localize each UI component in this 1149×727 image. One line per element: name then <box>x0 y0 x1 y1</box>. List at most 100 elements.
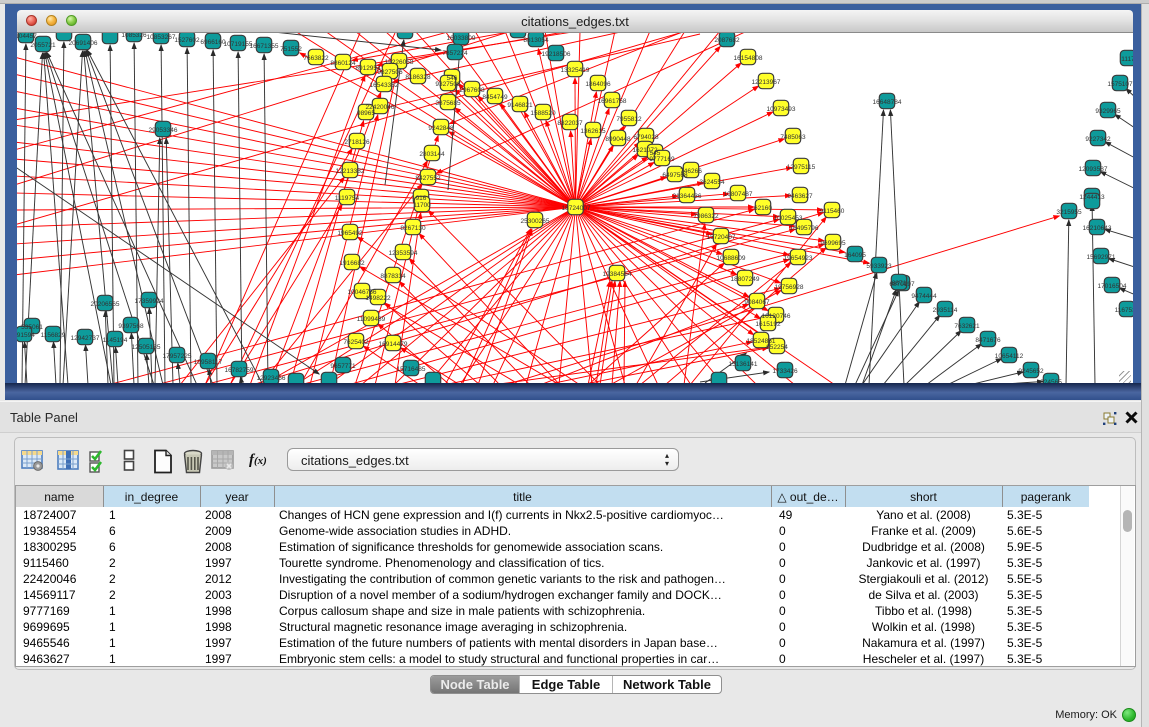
svg-text:12923456: 12923456 <box>257 375 286 382</box>
svg-text:916: 916 <box>416 195 427 202</box>
svg-text:12093587: 12093587 <box>1079 166 1108 173</box>
svg-text:10958117: 10958117 <box>194 359 223 366</box>
svg-text:2803144: 2803144 <box>419 151 445 158</box>
svg-text:9084067: 9084067 <box>744 299 770 306</box>
svg-text:10807487: 10807487 <box>724 191 753 198</box>
svg-text:1733426: 1733426 <box>772 368 798 375</box>
svg-text:10025453: 10025453 <box>774 215 803 222</box>
svg-text:8471676: 8471676 <box>975 337 1001 344</box>
svg-text:8322037: 8322037 <box>557 120 583 127</box>
svg-text:252254: 252254 <box>766 344 788 351</box>
svg-text:12505185: 12505185 <box>132 344 161 351</box>
svg-text:25300265: 25300265 <box>521 218 550 225</box>
svg-text:8267130: 8267130 <box>400 225 426 232</box>
svg-text:1362615: 1362615 <box>580 128 606 135</box>
svg-text:9227342: 9227342 <box>1085 136 1111 143</box>
svg-text:15692971: 15692971 <box>1087 254 1116 261</box>
svg-text:1588520: 1588520 <box>530 110 556 117</box>
svg-text:7857224: 7857224 <box>442 50 468 57</box>
svg-text:17957225: 17957225 <box>163 353 192 360</box>
svg-text:15226058: 15226058 <box>385 59 414 66</box>
svg-text:8878334: 8878334 <box>380 273 406 280</box>
svg-text:8860124: 8860124 <box>330 60 356 67</box>
svg-text:1156829: 1156829 <box>41 332 66 339</box>
svg-text:17359924: 17359924 <box>135 298 164 305</box>
svg-text:7485063: 7485063 <box>780 134 806 141</box>
svg-text:19218506: 19218506 <box>542 51 571 58</box>
svg-text:9242848: 9242848 <box>428 125 454 132</box>
svg-text:12213967: 12213967 <box>752 79 781 86</box>
svg-text:10688609: 10688609 <box>717 255 746 262</box>
svg-text:6966160: 6966160 <box>200 39 226 46</box>
svg-text:16543382: 16543382 <box>370 82 399 89</box>
svg-text:7632621: 7632621 <box>954 323 980 330</box>
svg-text:8186328: 8186328 <box>405 74 431 81</box>
svg-text:391594: 391594 <box>17 332 35 339</box>
svg-text:9777169: 9777169 <box>649 156 675 163</box>
svg-text:2967608: 2967608 <box>459 87 485 94</box>
svg-text:10973493: 10973493 <box>767 106 796 113</box>
svg-text:9474444: 9474444 <box>911 293 937 300</box>
svg-text:2935114: 2935114 <box>933 307 958 314</box>
svg-text:3875685: 3875685 <box>435 100 461 107</box>
svg-text:8454749: 8454749 <box>482 94 508 101</box>
svg-text:11700: 11700 <box>413 202 431 209</box>
svg-text:15716485: 15716485 <box>397 366 426 373</box>
svg-text:19384554: 19384554 <box>603 271 632 278</box>
svg-text:8427552: 8427552 <box>415 175 441 182</box>
svg-text:21364436: 21364436 <box>673 193 702 200</box>
svg-text:104457: 104457 <box>17 33 37 40</box>
svg-text:1117: 1117 <box>1121 56 1133 63</box>
svg-text:6497568: 6497568 <box>662 172 688 179</box>
svg-text:1498222: 1498222 <box>365 295 391 302</box>
svg-text:9146821: 9146821 <box>507 102 533 109</box>
svg-text:18807249: 18807249 <box>731 276 760 283</box>
svg-text:17016504: 17016504 <box>1098 283 1127 290</box>
svg-text:1965492: 1965492 <box>337 230 363 237</box>
svg-text:10654112: 10654112 <box>995 353 1024 360</box>
svg-text:2055721: 2055721 <box>30 42 56 49</box>
svg-text:16120746: 16120746 <box>762 313 791 320</box>
svg-text:1615192: 1615192 <box>755 321 781 328</box>
svg-text:7663822: 7663822 <box>303 55 329 62</box>
svg-text:1916682: 1916682 <box>339 260 365 267</box>
svg-text:9463627: 9463627 <box>787 193 813 200</box>
svg-text:1119754: 1119754 <box>335 195 360 202</box>
svg-text:2087682: 2087682 <box>714 37 740 44</box>
svg-text:1575107: 1575107 <box>1107 81 1133 88</box>
svg-text:12942737: 12942737 <box>71 335 100 342</box>
svg-text:164095: 164095 <box>844 252 866 259</box>
svg-text:6871: 6871 <box>892 280 907 287</box>
svg-text:15720407: 15720407 <box>707 234 736 241</box>
svg-text:16961758: 16961758 <box>598 98 627 105</box>
svg-text:5933923: 5933923 <box>866 263 892 270</box>
svg-text:3624554: 3624554 <box>699 179 725 186</box>
svg-text:18724007: 18724007 <box>562 205 591 212</box>
svg-text:2718126: 2718126 <box>344 139 370 146</box>
svg-text:1167533: 1167533 <box>1115 307 1133 314</box>
svg-text:9699695: 9699695 <box>820 240 846 247</box>
svg-text:20691406: 20691406 <box>69 40 98 47</box>
svg-text:3215955: 3215955 <box>1056 209 1082 216</box>
svg-text:751552: 751552 <box>280 46 302 53</box>
svg-text:29053346: 29053346 <box>149 127 178 134</box>
svg-text:7625402: 7625402 <box>343 339 369 346</box>
svg-text:13325419: 13325419 <box>561 67 590 74</box>
svg-text:19756928: 19756928 <box>775 284 804 291</box>
svg-text:8990448: 8990448 <box>605 136 631 143</box>
svg-text:1244413: 1244413 <box>1079 194 1105 201</box>
svg-text:12213382: 12213382 <box>336 168 365 175</box>
svg-text:16154808: 16154808 <box>734 55 763 62</box>
svg-text:1864096: 1864096 <box>585 81 611 88</box>
svg-text:16033809: 16033809 <box>447 35 476 42</box>
svg-text:16210643: 16210643 <box>1083 225 1112 232</box>
svg-text:7986322: 7986322 <box>693 213 719 220</box>
svg-text:7955812: 7955812 <box>616 116 642 123</box>
svg-text:9245652: 9245652 <box>1018 368 1044 375</box>
svg-text:1085326: 1085326 <box>121 33 147 39</box>
svg-text:535061: 535061 <box>21 324 43 331</box>
svg-text:9329965: 9329965 <box>1095 108 1121 115</box>
svg-text:6794028: 6794028 <box>633 134 659 141</box>
svg-text:11099489: 11099489 <box>357 316 386 323</box>
svg-text:12975115: 12975115 <box>787 164 816 171</box>
